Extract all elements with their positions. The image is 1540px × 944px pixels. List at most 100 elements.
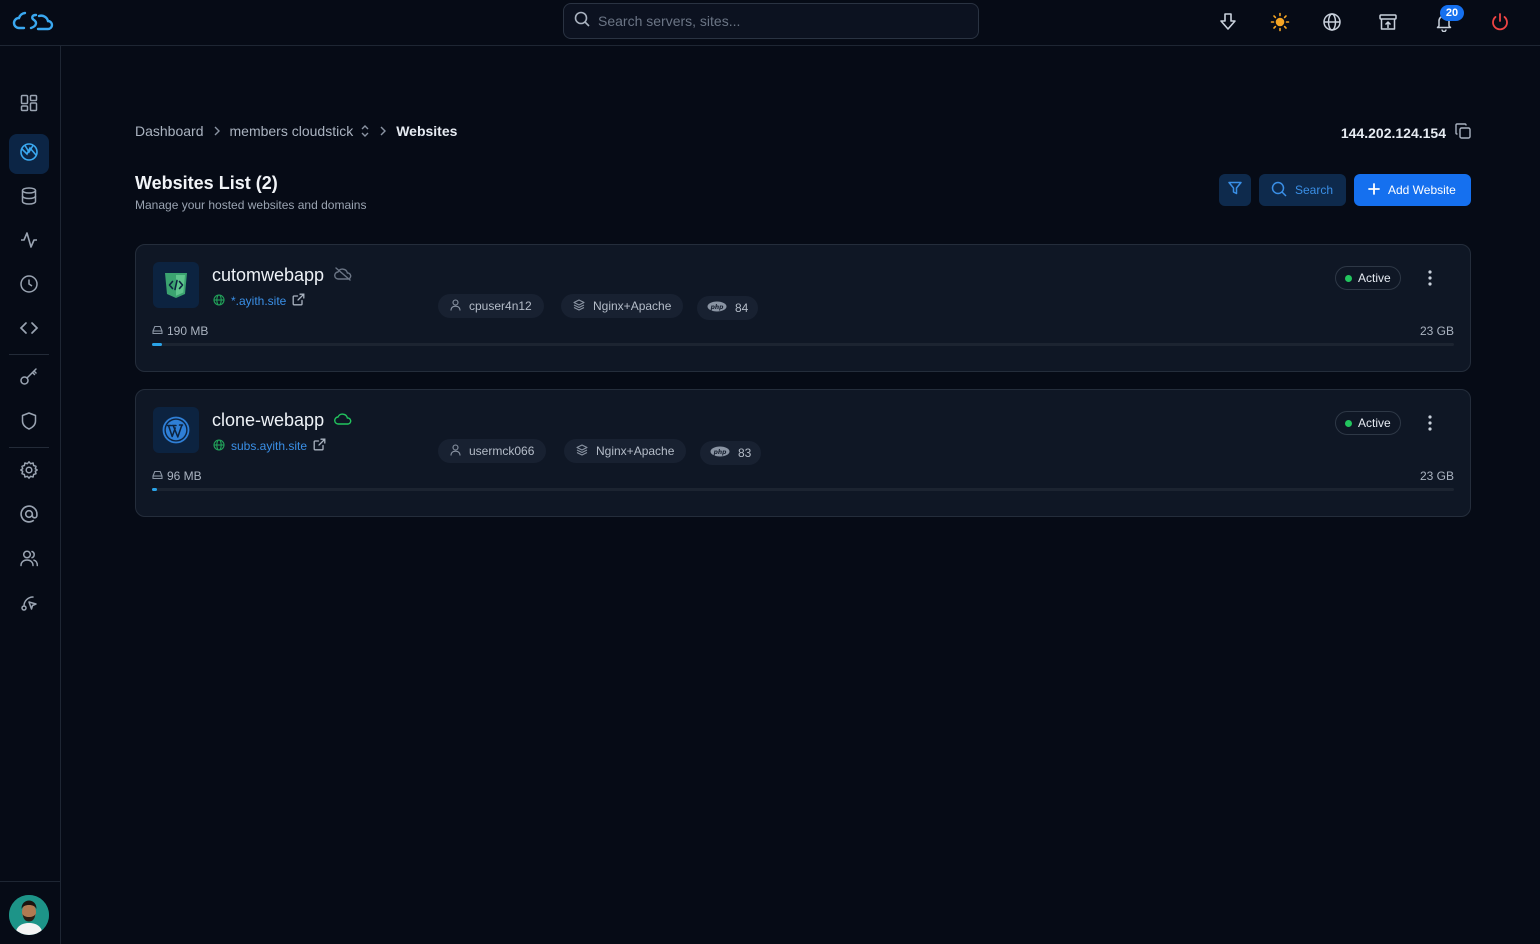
system-user-pill: cpuser4n12 xyxy=(438,294,544,318)
web-stack-text: Nginx+Apache xyxy=(596,444,675,458)
more-options-icon[interactable] xyxy=(1420,267,1440,289)
website-domain-link[interactable]: *.ayith.site xyxy=(213,293,305,309)
web-stack-pill: Nginx+Apache xyxy=(561,294,684,318)
activity-icon xyxy=(19,230,39,255)
sidebar-item-security[interactable] xyxy=(9,403,49,443)
disk-usage-fill xyxy=(152,343,163,346)
user-icon xyxy=(450,298,461,314)
breadcrumb-current: Websites xyxy=(396,123,458,139)
cloudstick-logo-icon[interactable] xyxy=(12,10,54,34)
server-ip: 144.202.124.154 xyxy=(1341,122,1472,143)
status-text: Active xyxy=(1358,416,1391,430)
archive-icon[interactable] xyxy=(1376,10,1400,34)
sidebar-item-routes[interactable] xyxy=(9,585,49,625)
server-ip-text: 144.202.124.154 xyxy=(1340,124,1446,141)
download-icon[interactable] xyxy=(1216,10,1240,34)
filter-button[interactable] xyxy=(1219,174,1251,206)
power-icon[interactable] xyxy=(1488,10,1512,34)
plus-icon xyxy=(1368,182,1380,198)
external-link-icon xyxy=(313,438,326,454)
disk-usage-bar xyxy=(152,488,1454,491)
chevron-updown-icon[interactable] xyxy=(360,124,370,138)
web-stack-pill: Nginx+Apache xyxy=(564,439,687,463)
sidebar-item-dashboard[interactable] xyxy=(9,85,49,125)
sidebar-item-ssh-keys[interactable] xyxy=(9,358,49,398)
php-icon: php xyxy=(710,446,730,460)
sidebar-divider xyxy=(9,447,49,448)
globe-icon[interactable] xyxy=(1320,10,1344,34)
sun-icon[interactable] xyxy=(1268,10,1292,34)
website-card[interactable]: clone-webapp subs.ayith.site usermck066 … xyxy=(135,389,1471,517)
website-card[interactable]: cutomwebapp *.ayith.site cpuser4n12 Ngin… xyxy=(135,244,1471,372)
sidebar-item-websites[interactable] xyxy=(9,134,49,174)
more-options-icon[interactable] xyxy=(1420,412,1440,434)
external-link-icon xyxy=(292,293,305,309)
sidebar-item-databases[interactable] xyxy=(9,178,49,218)
disk-used-text: 96 MB xyxy=(167,469,202,483)
custom-app-icon xyxy=(153,262,199,308)
sidebar-divider xyxy=(9,354,49,355)
cloud-icon xyxy=(334,410,352,431)
search-button-label: Search xyxy=(1295,183,1334,197)
chevron-right-icon xyxy=(213,126,221,136)
system-user-pill: usermck066 xyxy=(438,439,547,463)
layers-icon xyxy=(573,298,585,314)
code-icon xyxy=(19,318,39,343)
breadcrumb-server[interactable]: members cloudstick xyxy=(230,123,354,139)
global-search[interactable] xyxy=(563,3,979,39)
database-icon xyxy=(19,186,39,211)
disk-usage-fill xyxy=(152,488,158,491)
website-name[interactable]: cutomwebapp xyxy=(212,265,352,286)
top-bar: 20 xyxy=(0,0,1540,46)
sidebar-item-monitoring[interactable] xyxy=(9,222,49,262)
add-website-button[interactable]: Add Website xyxy=(1354,174,1471,206)
route-icon xyxy=(19,593,39,618)
svg-text:php: php xyxy=(710,304,725,311)
status-dot xyxy=(1345,419,1352,427)
sidebar-item-code[interactable] xyxy=(9,310,49,350)
status-badge: Active xyxy=(1335,266,1401,290)
avatar[interactable] xyxy=(9,895,49,935)
php-version-text: 83 xyxy=(738,446,752,460)
email-icon xyxy=(19,504,39,529)
copy-icon[interactable] xyxy=(1454,122,1472,143)
breadcrumb-dashboard[interactable]: Dashboard xyxy=(135,123,204,139)
website-name[interactable]: clone-webapp xyxy=(212,410,352,431)
sidebar-item-cron[interactable] xyxy=(9,266,49,306)
disk-used-text: 190 MB xyxy=(167,324,209,338)
disk-usage: 96 MB xyxy=(152,469,202,483)
dashboard-icon xyxy=(19,93,39,118)
status-dot xyxy=(1345,274,1352,282)
hard-drive-icon xyxy=(152,324,163,338)
sidebar-item-users[interactable] xyxy=(9,540,49,580)
search-input[interactable] xyxy=(598,13,958,29)
breadcrumb: Dashboard members cloudstick Websites xyxy=(135,122,457,140)
sidebar-item-email[interactable] xyxy=(9,496,49,536)
system-user-text: usermck066 xyxy=(469,444,535,458)
disk-total-text: 23 GB xyxy=(1419,469,1454,483)
hard-drive-icon xyxy=(152,469,163,483)
search-icon xyxy=(1271,181,1287,200)
svg-text:php: php xyxy=(713,449,728,456)
filter-icon xyxy=(1227,180,1243,201)
disk-total-text: 23 GB xyxy=(1419,324,1454,338)
user-icon xyxy=(450,443,461,459)
status-badge: Active xyxy=(1335,411,1401,435)
layers-icon xyxy=(576,443,588,459)
php-icon: php xyxy=(707,301,727,315)
cloud-off-icon xyxy=(334,265,352,286)
php-version-text: 84 xyxy=(735,301,749,315)
settings-icon xyxy=(19,460,39,485)
website-domain-link[interactable]: subs.ayith.site xyxy=(213,438,326,454)
chevron-right-icon xyxy=(379,126,387,136)
system-user-text: cpuser4n12 xyxy=(469,299,532,313)
website-name-text: cutomwebapp xyxy=(212,265,325,285)
sidebar-item-settings[interactable] xyxy=(9,452,49,492)
search-icon xyxy=(574,11,590,32)
shield-icon xyxy=(19,411,39,436)
websites-icon xyxy=(19,142,39,167)
page-title: Websites List (2) xyxy=(135,173,278,193)
web-stack-text: Nginx+Apache xyxy=(593,299,672,313)
website-domain-text: *.ayith.site xyxy=(231,294,287,308)
search-button[interactable]: Search xyxy=(1259,174,1346,206)
